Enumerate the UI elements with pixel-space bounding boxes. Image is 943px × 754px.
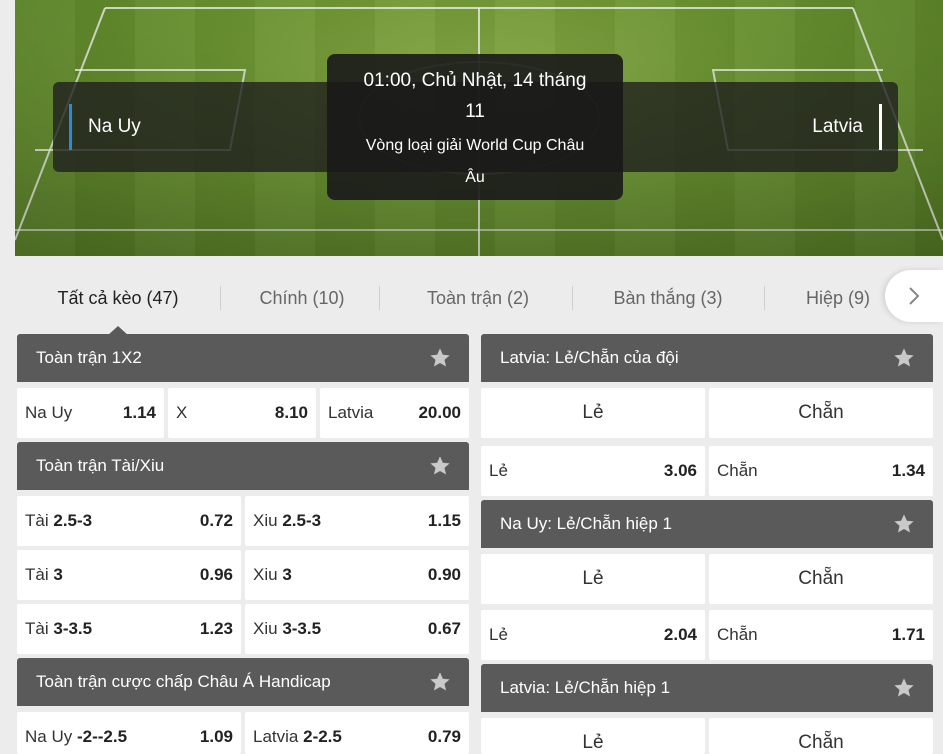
market-tabs: Tất cả kèo (47) Chính (10) Toàn trận (2)… (15, 256, 943, 336)
tab-half[interactable]: Hiệp (9) (790, 284, 886, 312)
odds-value: 0.96 (199, 565, 233, 584)
star-icon[interactable] (893, 677, 915, 699)
odds-value: 1.15 (427, 511, 461, 530)
odds-value: 0.79 (427, 727, 461, 746)
market-title: Na Uy: Lẻ/Chẵn hiệp 1 (500, 514, 672, 533)
tab-all[interactable]: Tất cả kèo (47) (33, 284, 203, 312)
league-name: Vòng loại giải World Cup Châu Âu (341, 130, 609, 194)
market-title: Toàn trận cược chấp Châu Á Handicap (36, 672, 331, 691)
selection-label: Latvia 2-2.5 (253, 727, 342, 746)
odds-value: 1.23 (199, 619, 233, 638)
match-header: Na Uy Latvia 01:00, Chủ Nhật, 14 tháng 1… (15, 0, 943, 256)
league-line-2: Âu (465, 169, 485, 186)
market-header-1x2[interactable]: Toàn trận 1X2 (17, 334, 469, 382)
odds-cell-even[interactable]: Chẵn 1.71 (709, 610, 933, 660)
odds-cell-over[interactable]: Tài 2.5-3 0.72 (17, 496, 241, 546)
chevron-right-icon (909, 287, 920, 305)
away-team: Latvia (812, 104, 882, 150)
odds-value: 8.10 (274, 403, 308, 422)
tab-goals[interactable]: Bàn thắng (3) (595, 284, 741, 312)
tabs-next-button[interactable] (885, 270, 943, 322)
market-title: Toàn trận Tài/Xiu (36, 456, 165, 475)
odds-cell-under[interactable]: Xiu 2.5-3 1.15 (245, 496, 469, 546)
tab-full-match[interactable]: Toàn trận (2) (405, 284, 551, 312)
home-team-name: Na Uy (88, 116, 141, 137)
tab-divider (572, 286, 573, 310)
star-icon[interactable] (429, 347, 451, 369)
odds-value: 1.71 (891, 625, 925, 644)
league-line-1: Vòng loại giải World Cup Châu (365, 137, 585, 154)
selection-label: Na Uy -2--2.5 (25, 727, 128, 746)
star-icon[interactable] (893, 347, 915, 369)
selection-label: Chẵn (717, 461, 758, 480)
away-accent (879, 104, 882, 150)
column-header-even: Chẵn (709, 388, 933, 438)
star-icon[interactable] (893, 513, 915, 535)
market-header-latvia-odd-even-h1[interactable]: Latvia: Lẻ/Chẵn hiệp 1 (481, 664, 933, 712)
odds-cell-even[interactable]: Chẵn 1.34 (709, 446, 933, 496)
market-title: Toàn trận 1X2 (36, 348, 142, 367)
column-header-odd: Lẻ (481, 388, 705, 438)
selection-label: Tài 2.5-3 (25, 511, 93, 530)
column-header-odd: Lẻ (481, 554, 705, 604)
column-header-even: Chẵn (709, 718, 933, 754)
odds-cell-under[interactable]: Xiu 3 0.90 (245, 550, 469, 600)
odds-value: 1.14 (122, 403, 156, 422)
odds-cell-odd[interactable]: Lẻ 2.04 (481, 610, 705, 660)
odds-cell-handicap-away[interactable]: Latvia 2-2.5 0.79 (245, 712, 469, 754)
away-team-name: Latvia (812, 116, 863, 137)
tab-main[interactable]: Chính (10) (235, 284, 369, 312)
odds-cell-over[interactable]: Tài 3-3.5 1.23 (17, 604, 241, 654)
odds-cell-odd[interactable]: Lẻ 3.06 (481, 446, 705, 496)
selection-label: Tài 3 (25, 565, 63, 584)
kickoff-time: 01:00, Chủ Nhật, 14 tháng 11 (341, 65, 609, 127)
selection-label: Lẻ (489, 461, 508, 480)
tab-divider (764, 286, 765, 310)
star-icon[interactable] (429, 455, 451, 477)
column-header-odd: Lẻ (481, 718, 705, 754)
selection-label: Xiu 3 (253, 565, 292, 584)
selection-label: Na Uy (25, 403, 73, 422)
home-team: Na Uy (69, 104, 141, 150)
tab-divider (379, 286, 380, 310)
home-accent (69, 104, 72, 150)
market-header-handicap[interactable]: Toàn trận cược chấp Châu Á Handicap (17, 658, 469, 706)
column-header-even: Chẵn (709, 554, 933, 604)
odds-value: 2.04 (663, 625, 697, 644)
odds-value: 20.00 (418, 403, 461, 422)
odds-cell-over[interactable]: Tài 3 0.96 (17, 550, 241, 600)
selection-label: Xiu 3-3.5 (253, 619, 322, 638)
odds-value: 1.34 (891, 461, 925, 480)
odds-value: 1.09 (199, 727, 233, 746)
kickoff-line-2: 11 (465, 101, 485, 122)
odds-value: 0.67 (427, 619, 461, 638)
odds-cell-under[interactable]: Xiu 3-3.5 0.67 (245, 604, 469, 654)
selection-label: Tài 3-3.5 (25, 619, 93, 638)
odds-value: 3.06 (663, 461, 697, 480)
selection-label: Latvia (328, 403, 374, 422)
market-header-latvia-odd-even[interactable]: Latvia: Lẻ/Chẵn của đội (481, 334, 933, 382)
market-title: Latvia: Lẻ/Chẵn của đội (500, 348, 679, 367)
selection-label: Lẻ (489, 625, 508, 644)
market-title: Latvia: Lẻ/Chẵn hiệp 1 (500, 678, 671, 697)
odds-cell-home[interactable]: Na Uy 1.14 (17, 388, 164, 438)
market-header-norway-odd-even-h1[interactable]: Na Uy: Lẻ/Chẵn hiệp 1 (481, 500, 933, 548)
selection-label: Xiu 2.5-3 (253, 511, 322, 530)
odds-cell-handicap-home[interactable]: Na Uy -2--2.5 1.09 (17, 712, 241, 754)
odds-cell-draw[interactable]: X 8.10 (168, 388, 316, 438)
kickoff-line-1: 01:00, Chủ Nhật, 14 tháng (363, 70, 587, 91)
selection-label: X (176, 403, 188, 422)
selection-label: Chẵn (717, 625, 758, 644)
market-header-over-under[interactable]: Toàn trận Tài/Xiu (17, 442, 469, 490)
odds-value: 0.72 (199, 511, 233, 530)
star-icon[interactable] (429, 671, 451, 693)
match-info: 01:00, Chủ Nhật, 14 tháng 11 Vòng loại g… (327, 54, 623, 200)
tab-divider (220, 286, 221, 310)
odds-value: 0.90 (427, 565, 461, 584)
odds-cell-away[interactable]: Latvia 20.00 (320, 388, 469, 438)
